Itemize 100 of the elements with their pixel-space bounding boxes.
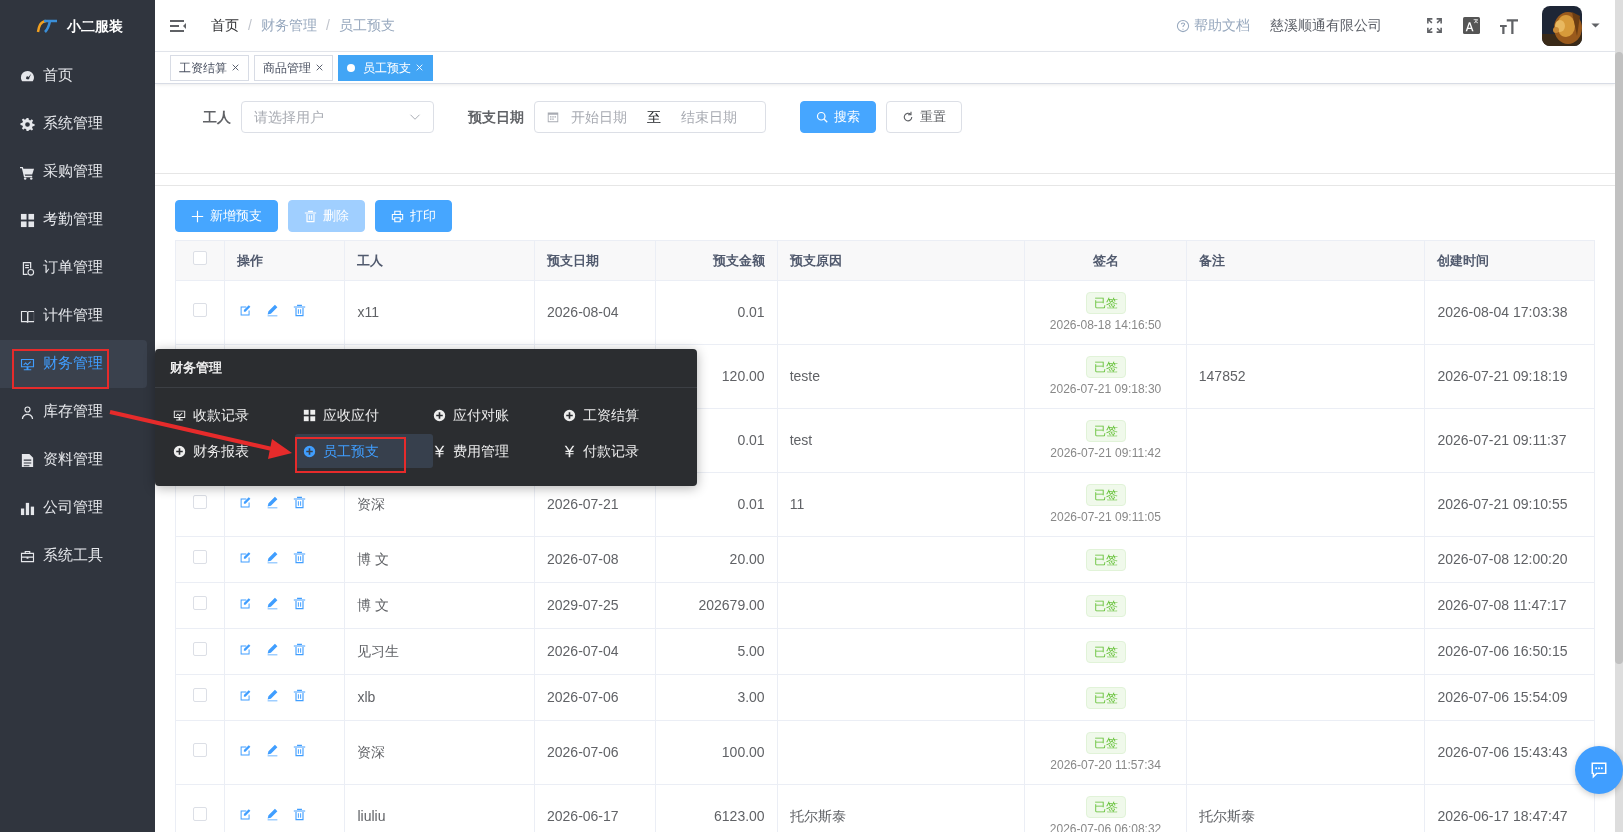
translate-icon[interactable] bbox=[1463, 17, 1480, 34]
date-range-field[interactable]: 开始日期 至 结束日期 bbox=[534, 101, 766, 133]
yen-icon bbox=[433, 444, 446, 458]
caret-icon[interactable] bbox=[1590, 20, 1601, 31]
sidebar-item[interactable]: 库存管理 bbox=[0, 388, 147, 436]
sidebar-item[interactable]: 考勤管理 bbox=[0, 196, 147, 244]
page-tab[interactable]: 商品管理 bbox=[254, 54, 333, 81]
scrollbar-thumb[interactable] bbox=[1615, 52, 1623, 664]
edit-icon[interactable] bbox=[239, 744, 253, 757]
table-cell: 2026-07-06 15:54:09 bbox=[1424, 674, 1595, 721]
column-header: 预支金额 bbox=[712, 252, 765, 268]
cart-icon bbox=[20, 164, 35, 180]
table-cell: 2026-07-06 bbox=[534, 674, 656, 721]
menu-item[interactable]: 应付对账 bbox=[433, 398, 563, 432]
field-label: 预支日期 bbox=[468, 108, 524, 127]
yen-icon bbox=[563, 444, 576, 458]
chat-button[interactable] bbox=[1575, 746, 1623, 794]
column-header: 操作 bbox=[237, 252, 264, 268]
trash-icon[interactable] bbox=[293, 597, 307, 610]
checkbox[interactable] bbox=[193, 495, 208, 509]
gear-icon bbox=[20, 116, 35, 132]
signed-tag: 已签 bbox=[1085, 419, 1126, 442]
sidebar-item[interactable]: 系统管理 bbox=[0, 100, 147, 148]
pen-icon[interactable] bbox=[266, 744, 280, 757]
table-cell: teste bbox=[777, 344, 1025, 409]
printer-icon bbox=[391, 209, 404, 223]
signed-tag: 已签 bbox=[1085, 640, 1126, 663]
menu-item[interactable]: 费用管理 bbox=[433, 434, 563, 468]
signed-tag: 已签 bbox=[1085, 483, 1126, 506]
trash-icon[interactable] bbox=[293, 551, 307, 564]
range-separator: 至 bbox=[647, 107, 661, 127]
menu-item[interactable]: 应收应付 bbox=[303, 398, 433, 432]
sidebar-item[interactable]: 资料管理 bbox=[0, 436, 147, 484]
calendar-icon bbox=[547, 111, 559, 123]
table-cell: 20.00 bbox=[655, 536, 778, 583]
checkbox[interactable] bbox=[193, 688, 208, 702]
sign-time: 2026-07-21 09:11:42 bbox=[1049, 444, 1162, 462]
table-cell: 11 bbox=[777, 472, 1025, 537]
text-size-icon[interactable] bbox=[1500, 16, 1518, 35]
column-header: 预支原因 bbox=[789, 252, 842, 268]
edit-icon[interactable] bbox=[239, 551, 253, 564]
checkbox[interactable] bbox=[193, 550, 208, 564]
edit-icon[interactable] bbox=[239, 597, 253, 610]
checkbox[interactable] bbox=[193, 743, 208, 757]
trash-icon[interactable] bbox=[293, 643, 307, 656]
sidebar-item[interactable]: 首页 bbox=[0, 52, 147, 100]
table-cell: 2026-07-06 16:50:15 bbox=[1424, 628, 1595, 675]
trash-icon[interactable] bbox=[293, 744, 307, 757]
pen-icon[interactable] bbox=[266, 551, 280, 564]
sidebar-item[interactable]: 计件管理 bbox=[0, 292, 147, 340]
trash-icon[interactable] bbox=[293, 304, 307, 317]
sidebar-item[interactable]: 系统工具 bbox=[0, 532, 147, 580]
breadcrumb-link[interactable]: 首页 bbox=[211, 15, 239, 36]
page-tab[interactable]: 工资结算 bbox=[170, 54, 249, 81]
sidebar-item[interactable]: 财务管理 bbox=[0, 340, 147, 388]
table-cell: 见习生 bbox=[344, 628, 535, 675]
column-header: 创建时间 bbox=[1437, 252, 1490, 268]
column-header: 工人 bbox=[357, 252, 384, 268]
monitor-icon bbox=[173, 408, 186, 422]
table-cell: 3.00 bbox=[655, 674, 778, 721]
app-logo-text: 小二服装 bbox=[66, 16, 123, 36]
pen-icon[interactable] bbox=[266, 597, 280, 610]
menu-item[interactable]: 员工预支 bbox=[295, 434, 433, 468]
edit-icon[interactable] bbox=[239, 304, 253, 317]
pen-icon[interactable] bbox=[266, 496, 280, 509]
pen-icon[interactable] bbox=[266, 808, 280, 821]
checkbox[interactable] bbox=[193, 642, 208, 656]
trash-icon[interactable] bbox=[293, 496, 307, 509]
edit-icon[interactable] bbox=[239, 496, 253, 509]
menu-item[interactable]: 收款记录 bbox=[173, 398, 303, 432]
pen-icon[interactable] bbox=[266, 643, 280, 656]
sidebar-item[interactable]: 采购管理 bbox=[0, 148, 147, 196]
trash-icon bbox=[304, 209, 317, 223]
edit-icon[interactable] bbox=[239, 808, 253, 821]
table-cell: 100.00 bbox=[655, 720, 778, 785]
menu-icon[interactable] bbox=[169, 18, 187, 35]
pen-icon[interactable] bbox=[266, 304, 280, 317]
checkbox[interactable] bbox=[193, 596, 208, 610]
table-cell: 2029-07-25 bbox=[534, 582, 656, 629]
sidebar-item[interactable]: 公司管理 bbox=[0, 484, 147, 532]
table-cell: x11 bbox=[344, 280, 535, 345]
checkbox[interactable] bbox=[193, 250, 208, 265]
reset-button[interactable]: 重置 bbox=[886, 101, 962, 133]
trash-icon[interactable] bbox=[293, 808, 307, 821]
sidebar-item[interactable]: 订单管理 bbox=[0, 244, 147, 292]
checkbox[interactable] bbox=[193, 303, 208, 317]
breadcrumb-separator: / bbox=[248, 16, 252, 35]
pen-icon[interactable] bbox=[266, 689, 280, 702]
edit-icon[interactable] bbox=[239, 689, 253, 702]
edit-icon[interactable] bbox=[239, 643, 253, 656]
close-icon bbox=[231, 63, 240, 72]
checkbox[interactable] bbox=[193, 807, 208, 821]
column-header: 预支日期 bbox=[547, 252, 599, 268]
table-cell: 2026-07-21 09:11:37 bbox=[1424, 408, 1595, 473]
table-cell: 2026-07-08 11:47:17 bbox=[1424, 582, 1595, 629]
fullscreen-icon[interactable] bbox=[1426, 17, 1443, 34]
sign-time: 2026-07-06 06:08:32 bbox=[1048, 820, 1163, 832]
sign-time: 2026-07-20 11:57:34 bbox=[1049, 756, 1162, 774]
signed-tag: 已签 bbox=[1085, 686, 1126, 709]
trash-icon[interactable] bbox=[293, 689, 307, 702]
